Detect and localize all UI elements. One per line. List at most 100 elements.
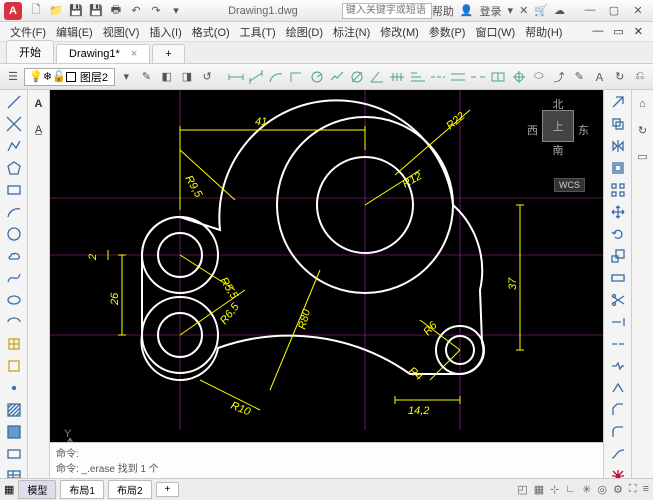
chamfer-tool-icon[interactable] [608, 402, 628, 418]
match-layer-icon[interactable]: ✎ [137, 66, 155, 88]
help-label[interactable]: 帮助 [432, 3, 454, 19]
ellipse-tool-icon[interactable] [4, 292, 24, 308]
dropdown-icon[interactable]: ▾ [508, 4, 514, 17]
break-tool-icon[interactable] [608, 358, 628, 374]
nav-home-icon[interactable]: ⌂ [633, 94, 653, 114]
dim-baseline-icon[interactable] [409, 66, 427, 88]
viewcube-west[interactable]: 西 [527, 122, 538, 138]
layer-iso-icon[interactable]: ◧ [158, 66, 176, 88]
status-ortho-icon[interactable]: ∟ [565, 483, 576, 496]
mtext-tool-icon[interactable]: A̲ [29, 120, 49, 140]
view-cube[interactable]: 北 西 东 上 南 [523, 96, 593, 176]
qat-dropdown-icon[interactable]: ▾ [168, 3, 184, 19]
dim-radius-icon[interactable] [308, 66, 326, 88]
viewcube-top[interactable]: 上 [542, 110, 574, 142]
dim-ordinate-icon[interactable] [287, 66, 305, 88]
close-icon[interactable]: ✕ [627, 4, 649, 17]
search-input[interactable] [342, 3, 432, 19]
insert-block-icon[interactable] [4, 336, 24, 352]
exchange-icon[interactable]: ✕ [519, 4, 528, 17]
viewcube-south[interactable]: 南 [553, 142, 564, 158]
stretch-tool-icon[interactable] [608, 270, 628, 286]
move-tool-icon[interactable] [608, 204, 628, 220]
circle-tool-icon[interactable] [4, 226, 24, 242]
dim-text-edit-icon[interactable]: Ａ [590, 66, 608, 88]
fillet-tool-icon[interactable] [608, 424, 628, 440]
menu-help[interactable]: 帮助(H) [521, 24, 566, 40]
tab-layout-add[interactable]: + [156, 482, 180, 497]
save-icon[interactable]: 💾 [68, 3, 84, 19]
dim-continue-icon[interactable] [429, 66, 447, 88]
cart-icon[interactable]: 🛒 [534, 4, 548, 17]
mirror-tool-icon[interactable] [608, 138, 628, 154]
jog-line-icon[interactable]: ⤴ [550, 66, 568, 88]
dim-arc-icon[interactable] [267, 66, 285, 88]
polyline-tool-icon[interactable] [4, 138, 24, 154]
command-line[interactable]: 命令: 命令: _.erase 找到 1 个 ▷ 键入命令 [50, 442, 603, 478]
tab-start[interactable]: 开始 [6, 40, 54, 63]
dim-style-icon[interactable]: ⎌ [631, 66, 649, 88]
line-tool-icon[interactable] [4, 94, 24, 110]
doc-close-icon[interactable]: ✕ [630, 25, 647, 38]
status-grid-icon[interactable]: ▦ [534, 483, 544, 496]
tab-close-icon[interactable]: × [131, 48, 137, 60]
viewcube-east[interactable]: 东 [578, 122, 589, 138]
user-icon[interactable]: 👤 [460, 4, 474, 17]
tolerance-icon[interactable] [489, 66, 507, 88]
inspection-icon[interactable]: ⬭ [530, 66, 548, 88]
status-polar-icon[interactable]: ✳ [582, 483, 591, 496]
extend-tool-icon[interactable] [608, 314, 628, 330]
menu-format[interactable]: 格式(O) [188, 24, 234, 40]
doc-minimize-icon[interactable]: — [588, 25, 607, 38]
join-tool-icon[interactable] [608, 380, 628, 396]
dim-update-icon[interactable]: ↻ [611, 66, 629, 88]
login-label[interactable]: 登录 [480, 3, 502, 19]
open-icon[interactable]: 📁 [48, 3, 64, 19]
layout-grid-icon[interactable]: ▦ [4, 483, 14, 496]
drawing-canvas[interactable]: 41 R22 R9,5 R12 2 26 R5,5 R6,5 R80 37 R6… [50, 90, 603, 442]
status-osnap-icon[interactable]: ◎ [597, 483, 607, 496]
hatch-tool-icon[interactable] [4, 402, 24, 418]
center-mark-icon[interactable] [510, 66, 528, 88]
region-tool-icon[interactable] [4, 446, 24, 462]
menu-param[interactable]: 参数(P) [425, 24, 470, 40]
construction-line-icon[interactable] [4, 116, 24, 132]
gradient-tool-icon[interactable] [4, 424, 24, 440]
cloud-icon[interactable]: ☁ [554, 4, 565, 17]
undo-icon[interactable]: ↶ [128, 3, 144, 19]
status-model-icon[interactable]: ◰ [517, 483, 527, 496]
menu-edit[interactable]: 编辑(E) [52, 24, 97, 40]
rectangle-tool-icon[interactable] [4, 182, 24, 198]
tab-layout1[interactable]: 布局1 [60, 480, 104, 499]
revcloud-tool-icon[interactable] [4, 248, 24, 264]
menu-dimension[interactable]: 标注(N) [329, 24, 374, 40]
new-icon[interactable]: 🗋 [28, 3, 44, 19]
polygon-tool-icon[interactable] [4, 160, 24, 176]
menu-draw[interactable]: 绘图(D) [282, 24, 327, 40]
layer-dropdown-arrow-icon[interactable]: ▾ [117, 66, 135, 88]
copy-tool-icon[interactable] [608, 116, 628, 132]
status-fullscreen-icon[interactable]: ⛶ [629, 483, 637, 496]
dim-break-icon[interactable] [469, 66, 487, 88]
dim-space-icon[interactable] [449, 66, 467, 88]
break-point-icon[interactable] [608, 336, 628, 352]
dim-quick-icon[interactable] [388, 66, 406, 88]
nav-constrain-icon[interactable]: ▭ [633, 146, 653, 166]
spline-tool-icon[interactable] [4, 270, 24, 286]
saveas-icon[interactable]: 💾 [88, 3, 104, 19]
dim-edit-icon[interactable]: ✎ [570, 66, 588, 88]
layer-props-icon[interactable]: ☰ [4, 66, 22, 88]
arc-tool-icon[interactable] [4, 204, 24, 220]
layer-off-icon[interactable]: ◨ [178, 66, 196, 88]
maximize-icon[interactable]: ▢ [603, 4, 625, 17]
tab-add[interactable]: + [152, 44, 184, 63]
viewcube-north[interactable]: 北 [553, 96, 564, 112]
wcs-label[interactable]: WCS [554, 178, 585, 192]
array-tool-icon[interactable] [608, 182, 628, 198]
menu-window[interactable]: 窗口(W) [471, 24, 519, 40]
dim-angular-icon[interactable] [368, 66, 386, 88]
tab-layout2[interactable]: 布局2 [108, 480, 152, 499]
offset-tool-icon[interactable] [608, 160, 628, 176]
minimize-icon[interactable]: — [579, 4, 601, 17]
menu-file[interactable]: 文件(F) [6, 24, 50, 40]
